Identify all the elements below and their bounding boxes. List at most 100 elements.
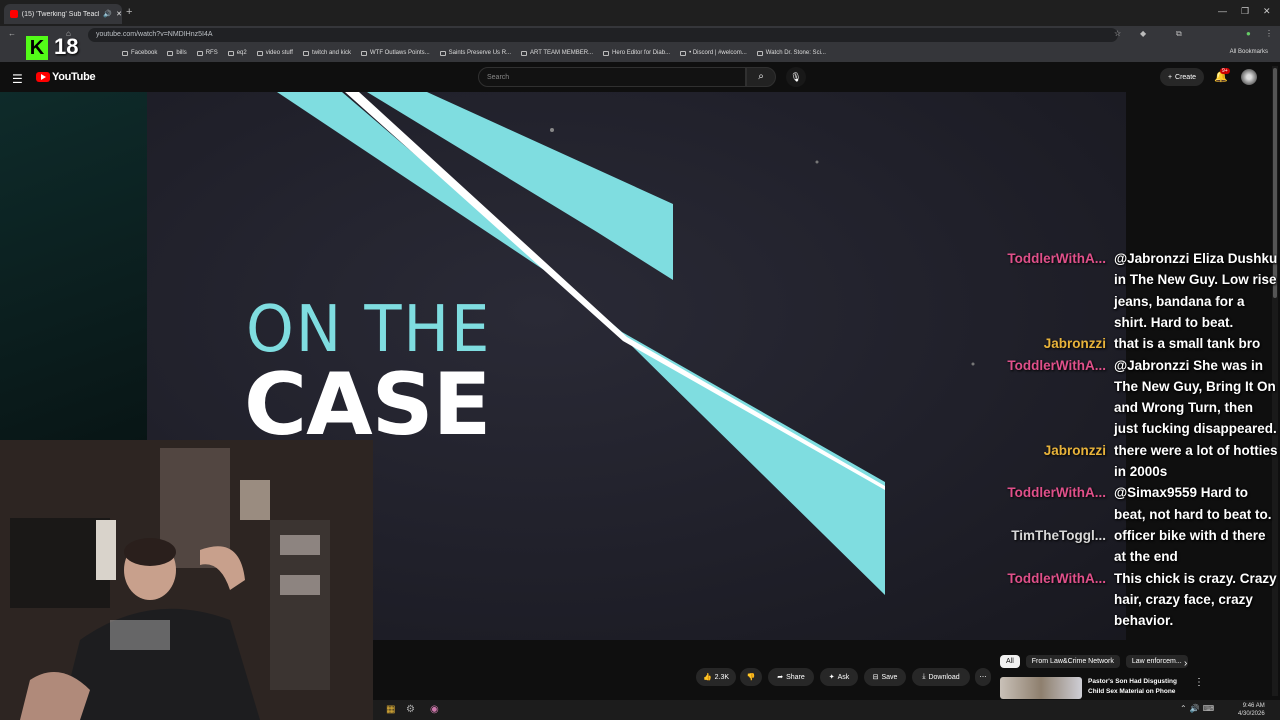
- folder-icon: [302, 50, 309, 56]
- suggested-video-thumbnail[interactable]: [1000, 677, 1082, 699]
- youtube-logo-icon[interactable]: [36, 72, 50, 82]
- maximize-icon[interactable]: ❐: [1241, 6, 1249, 17]
- bookmarks-bar: Facebook bills RFS eq2 video stuff twitc…: [0, 44, 1280, 62]
- discord-icon: [680, 50, 687, 56]
- share-label: Share: [786, 673, 805, 681]
- taskbar: [373, 700, 1280, 720]
- chat-text: @Jabronzzi She was in The New Guy, Bring…: [1114, 357, 1277, 437]
- chat-text: there were a lot of hotties in 2000s: [1114, 442, 1278, 479]
- dust-speck: [815, 160, 819, 164]
- more-actions-icon[interactable]: ⋯: [975, 668, 991, 686]
- ask-label: Ask: [837, 673, 850, 681]
- bookmark-item[interactable]: Facebook: [122, 50, 157, 56]
- folder-icon: [196, 50, 203, 56]
- site-icon: [756, 50, 763, 56]
- microphone-icon[interactable]: 🎙: [786, 67, 806, 87]
- browser-tab-strip: [0, 0, 1280, 26]
- bookmark-item[interactable]: RFS: [196, 50, 218, 56]
- tab-close-icon[interactable]: ✕: [116, 10, 122, 18]
- folder-icon: [227, 50, 234, 56]
- clock-date: 4/30/2026: [1238, 711, 1265, 717]
- share-button[interactable]: ➦ Share: [768, 668, 814, 686]
- youtube-brand[interactable]: YouTube: [52, 71, 96, 83]
- notification-badge: 9+: [1220, 68, 1230, 74]
- chat-text: @Simax9559 Hard to beat, not hard to bea…: [1114, 485, 1272, 522]
- bookmark-item[interactable]: ART TEAM MEMBER...: [521, 50, 593, 56]
- folder-icon: [167, 50, 174, 56]
- search-input[interactable]: Search: [478, 67, 746, 87]
- chat-text: officer bike with d there at the end: [1114, 527, 1266, 565]
- settings-icon[interactable]: ⚙: [406, 704, 415, 715]
- chip-law-enforcement[interactable]: Law enforcem...: [1125, 655, 1188, 668]
- download-icon: ⤓: [922, 673, 926, 680]
- bookmark-icon: ⊟: [872, 674, 879, 681]
- download-button[interactable]: ⤓ Download: [912, 668, 970, 686]
- clock-time: 9:46 AM: [1242, 703, 1265, 709]
- overlay-counter: 18: [54, 34, 79, 59]
- extensions-puzzle-icon[interactable]: ⧉: [1176, 29, 1182, 39]
- all-bookmarks-button[interactable]: All Bookmarks: [1230, 49, 1268, 55]
- system-clock[interactable]: 9:46 AM 4/30/2026: [1238, 702, 1265, 718]
- minimize-icon[interactable]: —: [1218, 6, 1227, 16]
- chat-text: @Jabronzzi Eliza Dushku in The New Guy. …: [1114, 251, 1278, 330]
- bookmark-item[interactable]: • Discord | #welcom...: [680, 50, 747, 56]
- bookmark-item[interactable]: WTF Outlaws Points...: [360, 50, 430, 56]
- file-explorer-icon[interactable]: ▦: [386, 704, 395, 715]
- address-bar[interactable]: youtube.com/watch?v=NMDIHnz5I4A: [88, 28, 1118, 42]
- bookmark-item[interactable]: bills: [167, 50, 187, 56]
- new-tab-icon[interactable]: +: [126, 6, 132, 18]
- search-icon[interactable]: ⌕: [746, 67, 776, 87]
- window-close-icon[interactable]: ✕: [1263, 6, 1271, 17]
- bookmark-item[interactable]: Saints Preserve Us R...: [439, 50, 511, 56]
- ask-button[interactable]: ✦ Ask: [820, 668, 858, 686]
- app-icon[interactable]: ◉: [430, 704, 439, 715]
- site-icon: [521, 50, 528, 56]
- bookmark-star-icon[interactable]: ☆: [1114, 29, 1121, 38]
- chat-text: that is a small tank bro: [1114, 336, 1261, 352]
- browser-menu-icon[interactable]: ⋮: [1265, 29, 1273, 38]
- thumbs-up-icon: 👍: [702, 674, 712, 681]
- chevron-right-icon[interactable]: ›: [1184, 658, 1187, 669]
- kick-logo-icon: K: [26, 36, 48, 60]
- chat-username[interactable]: ToddlerWithA...: [1007, 482, 1106, 503]
- download-label: Download: [928, 673, 960, 681]
- site-icon: [439, 50, 446, 56]
- share-icon: ➦: [777, 674, 784, 681]
- chip-all[interactable]: All: [1000, 655, 1020, 668]
- chat-username[interactable]: TimTheToggl...: [1011, 525, 1106, 546]
- system-tray[interactable]: ⌃🔊⌨: [1180, 704, 1217, 713]
- dislike-button[interactable]: 👎: [740, 668, 762, 686]
- like-button[interactable]: 👍 2.3K: [696, 668, 736, 686]
- thumbs-down-icon: 👎: [746, 674, 756, 681]
- like-count: 2.3K: [714, 673, 730, 681]
- tab-title: (15) 'Twerking' Sub Teacher...: [21, 10, 100, 18]
- bookmark-item[interactable]: eq2: [227, 50, 247, 56]
- save-button[interactable]: ⊟ Save: [864, 668, 906, 686]
- chat-text: This chick is crazy. Crazy hair, crazy f…: [1114, 570, 1277, 629]
- chat-username[interactable]: Jabronzzi: [1044, 333, 1106, 354]
- dust-speck: [550, 128, 554, 132]
- background-panel: [0, 92, 147, 442]
- sparkle-icon: ✦: [828, 674, 835, 681]
- chat-username[interactable]: ToddlerWithA...: [1007, 248, 1106, 269]
- bookmark-item[interactable]: twitch and kick: [302, 50, 351, 56]
- suggested-video-title[interactable]: Pastor's Son Had Disgusting Child Sex Ma…: [1088, 677, 1188, 697]
- menu-icon[interactable]: ☰: [12, 72, 23, 86]
- chat-username[interactable]: ToddlerWithA...: [1007, 568, 1106, 589]
- plus-icon: +: [1167, 73, 1173, 81]
- profile-icon[interactable]: ●: [1246, 29, 1251, 38]
- more-options-icon[interactable]: ⋮: [1194, 677, 1204, 688]
- avatar[interactable]: [1241, 69, 1257, 85]
- save-label: Save: [881, 673, 898, 681]
- bookmark-item[interactable]: Hero Editor for Diab...: [603, 50, 670, 56]
- chat-username[interactable]: Jabronzzi: [1044, 440, 1106, 461]
- chip-from-channel[interactable]: From Law&Crime Network: [1025, 655, 1120, 668]
- bookmark-item[interactable]: video stuff: [256, 50, 293, 56]
- create-button[interactable]: + Create: [1160, 68, 1204, 86]
- chat-username[interactable]: ToddlerWithA...: [1007, 355, 1106, 376]
- tab-audio-icon[interactable]: 🔊: [103, 10, 112, 18]
- back-icon[interactable]: ←: [8, 29, 16, 38]
- bookmark-item[interactable]: Watch Dr. Stone: Sci...: [756, 50, 826, 56]
- browser-tab[interactable]: (15) 'Twerking' Sub Teacher... 🔊 ✕: [4, 4, 122, 24]
- extension-icon[interactable]: ◆: [1140, 29, 1146, 38]
